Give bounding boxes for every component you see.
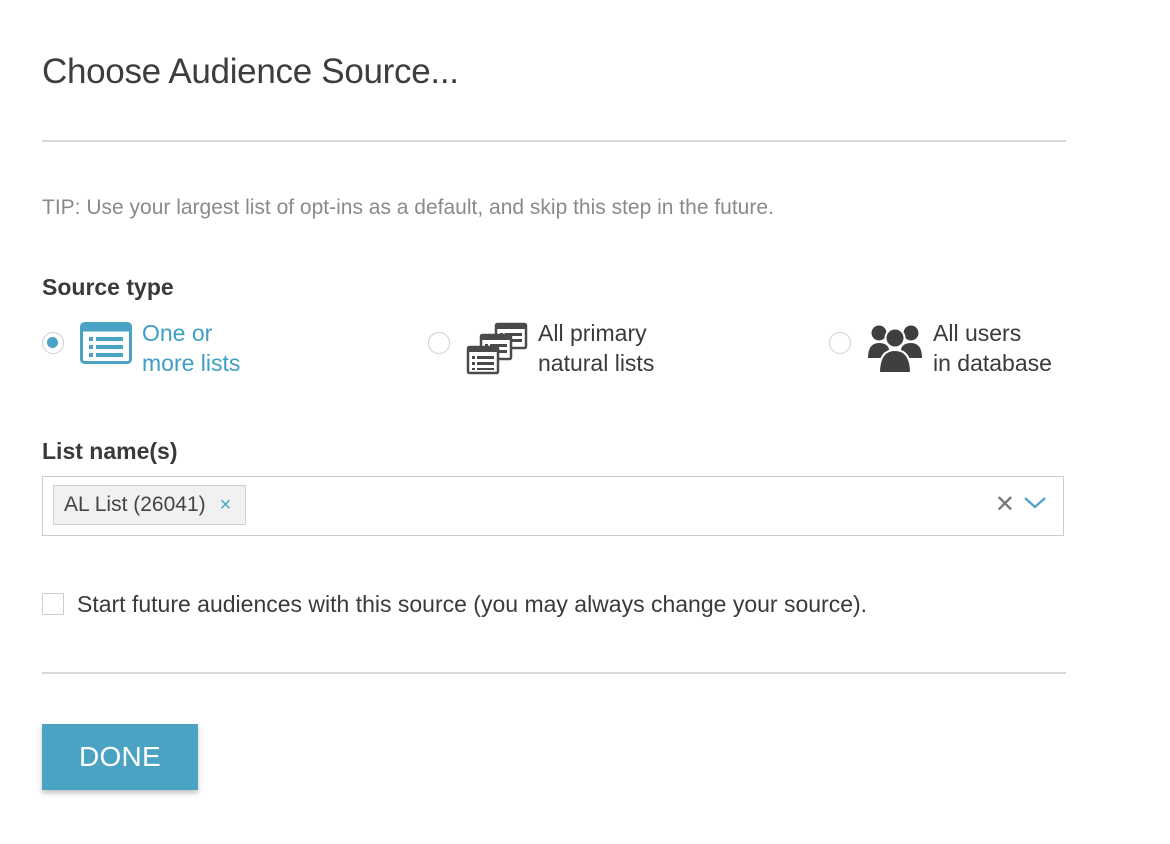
default-source-checkbox-label[interactable]: Start future audiences with this source … (77, 589, 867, 619)
tip-text: TIP: Use your largest list of opt-ins as… (42, 196, 774, 219)
dialog-title: Choose Audience Source... (42, 52, 459, 91)
source-option-one-or-more-lists[interactable]: One or more lists (42, 318, 240, 382)
stacked-lists-icon (466, 322, 528, 381)
selected-list-tag-label: AL List (26041) (64, 493, 206, 516)
default-source-checkbox-row[interactable]: Start future audiences with this source … (42, 589, 867, 619)
option-label-all-primary-natural-lists: All primary natural lists (538, 320, 655, 376)
radio-all-primary-natural-lists[interactable] (428, 332, 450, 354)
users-group-icon (867, 322, 923, 379)
radio-all-users-in-database[interactable] (829, 332, 851, 354)
default-source-checkbox[interactable] (42, 593, 64, 615)
radio-one-or-more-lists[interactable] (42, 332, 64, 354)
choose-audience-source-dialog: Choose Audience Source... TIP: Use your … (0, 0, 1170, 844)
selected-list-tag: AL List (26041) × (53, 485, 247, 525)
option-label-one-or-more-lists: One or more lists (142, 320, 241, 376)
option-label-all-users-in-database: All users in database (933, 320, 1052, 376)
source-option-all-primary-natural-lists[interactable]: All primary natural lists (428, 318, 654, 382)
clear-selection-icon[interactable]: ✕ (995, 493, 1015, 517)
chevron-down-icon[interactable] (1023, 495, 1047, 516)
list-names-multiselect[interactable]: AL List (26041) × ✕ (42, 476, 1064, 536)
list-names-label: List name(s) (42, 438, 178, 464)
done-button[interactable]: DONE (42, 724, 198, 790)
source-option-all-users-in-database[interactable]: All users in database (829, 318, 1052, 382)
source-type-label: Source type (42, 274, 174, 300)
remove-tag-icon[interactable]: × (220, 494, 232, 517)
bottom-divider (42, 672, 1066, 674)
list-icon (80, 322, 132, 369)
top-divider (42, 140, 1066, 142)
